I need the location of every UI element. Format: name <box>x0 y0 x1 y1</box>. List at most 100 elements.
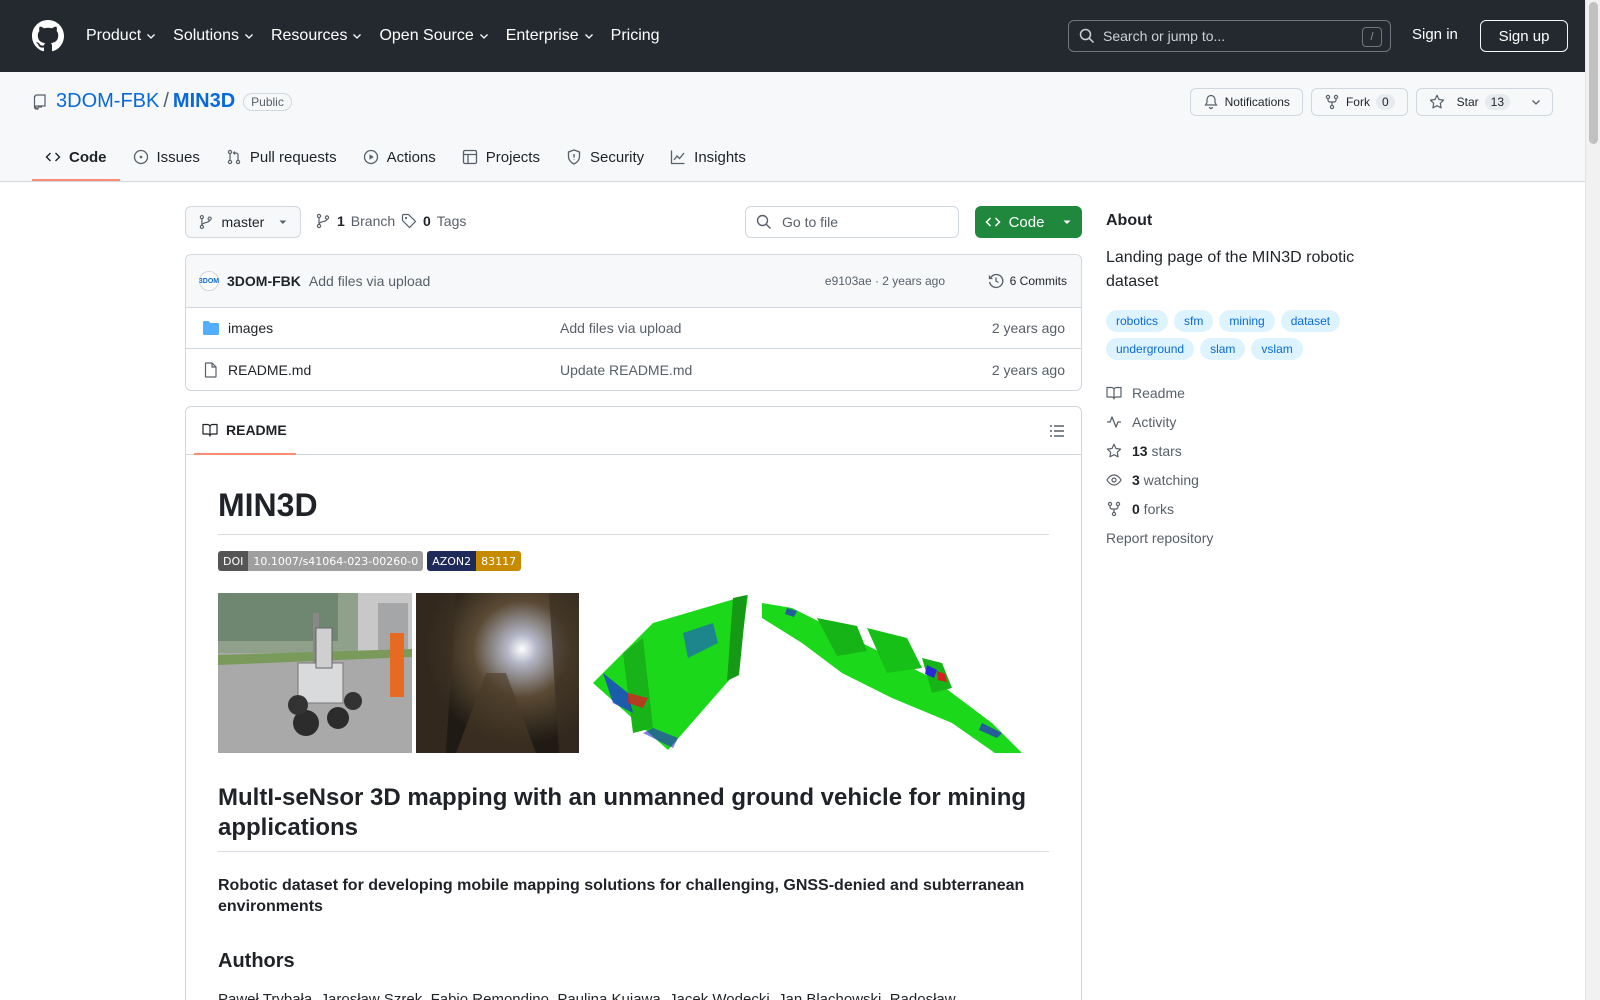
about-links: Readme Activity 13 stars 3 watching 0 fo… <box>1106 378 1406 552</box>
global-search-input[interactable]: Search or jump to... / <box>1068 20 1391 52</box>
repo-title: 3DOM-FBK / MIN3D Public <box>32 90 292 113</box>
nav-open-source[interactable]: Open Source <box>379 27 489 45</box>
topic-tag[interactable]: underground <box>1106 338 1195 360</box>
doi-badge-right: 10.1007/s41064-023-00260-0 <box>248 551 424 571</box>
nav-enterprise[interactable]: Enterprise <box>506 27 595 45</box>
nav-product[interactable]: Product <box>86 27 157 45</box>
repo-header: 3DOM-FBK / MIN3D Public Notifications Fo… <box>0 72 1585 182</box>
tab-security[interactable]: Security <box>553 135 657 181</box>
repo-icon <box>33 93 46 110</box>
commit-message-link[interactable]: Add files via upload <box>309 273 430 289</box>
chevron-down-icon[interactable] <box>1530 96 1542 108</box>
notifications-label: Notifications <box>1224 95 1290 109</box>
topic-tag[interactable]: sfm <box>1174 310 1214 332</box>
chevron-down-icon <box>353 34 362 39</box>
star-icon <box>1106 443 1122 457</box>
chevron-down-icon <box>147 34 156 39</box>
commits-link[interactable]: 6 Commits <box>988 273 1067 289</box>
commit-meta[interactable]: e9103ae · 2 years ago <box>825 274 945 288</box>
tab-projects[interactable]: Projects <box>449 135 553 181</box>
mine-tunnel-image <box>416 593 579 753</box>
file-name-link[interactable]: README.md <box>228 362 311 378</box>
repo-actions: Notifications Fork 0 Star 13 <box>1189 88 1553 116</box>
code-icon <box>985 217 1001 227</box>
scrollbar-thumb[interactable] <box>1589 2 1598 144</box>
pointcloud-model-1-image <box>583 593 753 753</box>
file-row[interactable]: README.md Update README.md 2 years ago <box>186 349 1081 390</box>
branch-selector[interactable]: master <box>185 206 301 238</box>
star-button[interactable]: Star 13 <box>1415 88 1553 116</box>
main-column: master 1 Branch 0 Tags Go to file Code 3DO… <box>185 206 1082 1000</box>
file-name-link[interactable]: images <box>228 320 273 336</box>
readme-link[interactable]: Readme <box>1106 378 1406 407</box>
github-logo-icon[interactable] <box>32 20 64 52</box>
nav-pricing[interactable]: Pricing <box>611 27 660 45</box>
watchers-link[interactable]: 3 watching <box>1106 465 1406 494</box>
book-icon <box>202 423 218 437</box>
file-row[interactable]: images Add files via upload 2 years ago <box>186 308 1081 349</box>
report-repository-link[interactable]: Report repository <box>1106 523 1406 552</box>
stars-link-label: 13 stars <box>1132 443 1182 459</box>
doi-badge-left: DOI <box>218 551 249 571</box>
repo-tabs: Code Issues Pull requests Actions Projec… <box>32 135 759 181</box>
topic-tag[interactable]: robotics <box>1106 310 1169 332</box>
fork-button[interactable]: Fork 0 <box>1310 88 1408 116</box>
repo-name-link[interactable]: MIN3D <box>173 90 235 113</box>
mine-tunnel-photo[interactable] <box>416 593 579 753</box>
activity-link[interactable]: Activity <box>1106 407 1406 436</box>
stars-link[interactable]: 13 stars <box>1106 436 1406 465</box>
pointcloud-model-2[interactable] <box>757 593 1027 753</box>
tab-actions[interactable]: Actions <box>350 135 449 181</box>
readme-tab[interactable]: README <box>194 407 296 455</box>
table-of-contents-icon[interactable] <box>1049 423 1065 439</box>
table-icon <box>462 149 477 165</box>
sign-in-link[interactable]: Sign in <box>1412 26 1458 43</box>
authors-list: Paweł Trybała, Jarosław Szrek, Fabio Rem… <box>218 990 956 1000</box>
code-button[interactable]: Code <box>975 206 1082 238</box>
topic-tag[interactable]: dataset <box>1280 310 1341 332</box>
robot-photo[interactable] <box>218 593 412 753</box>
star-count: 13 <box>1484 94 1510 110</box>
nav-solutions[interactable]: Solutions <box>173 27 255 45</box>
tab-insights[interactable]: Insights <box>657 135 759 181</box>
file-commit-date: 2 years ago <box>991 361 1065 378</box>
branch-count: 1 <box>337 213 345 229</box>
file-commit-message-link[interactable]: Add files via upload <box>560 320 681 336</box>
robot-photo-image <box>218 593 412 753</box>
pointcloud-model-1[interactable] <box>583 593 753 753</box>
readme-subtitle: MultI-seNsor 3D mapping with an unmanned… <box>218 783 1049 852</box>
tab-issues[interactable]: Issues <box>120 135 213 181</box>
topic-tag[interactable]: slam <box>1200 338 1246 360</box>
file-commit-message-link[interactable]: Update README.md <box>560 362 692 378</box>
azon2-badge[interactable]: AZON2 83117 <box>427 551 522 571</box>
tab-pull-requests[interactable]: Pull requests <box>213 135 350 181</box>
page-scrollbar[interactable] <box>1585 0 1600 1000</box>
forks-link-label: 0 forks <box>1132 501 1174 517</box>
fork-icon <box>1107 501 1121 516</box>
star-label: Star <box>1456 95 1479 109</box>
about-description: Landing page of the MIN3D robotic datase… <box>1106 249 1355 290</box>
branches-link[interactable]: 1 Branch <box>315 213 395 229</box>
tag-count: 0 <box>423 213 431 229</box>
pull-request-icon <box>227 149 241 165</box>
notifications-button[interactable]: Notifications <box>1189 88 1303 116</box>
nav-resources[interactable]: Resources <box>271 27 363 45</box>
topic-tag[interactable]: mining <box>1219 310 1275 332</box>
sign-up-button[interactable]: Sign up <box>1480 20 1568 52</box>
tab-code-label: Code <box>69 148 107 166</box>
repo-owner-link[interactable]: 3DOM-FBK <box>56 90 159 113</box>
commit-author-link[interactable]: 3DOM-FBK <box>227 273 301 289</box>
tab-code[interactable]: Code <box>32 135 120 181</box>
author-avatar[interactable]: 3DOM <box>199 271 219 291</box>
bell-icon <box>1204 94 1218 110</box>
star-icon <box>1429 94 1444 109</box>
forks-count: 0 <box>1132 500 1140 517</box>
eye-icon <box>1106 473 1122 486</box>
tags-link[interactable]: 0 Tags <box>401 213 466 229</box>
topic-tag[interactable]: vslam <box>1251 338 1303 360</box>
issue-opened-icon <box>133 149 148 165</box>
go-to-file-input[interactable]: Go to file <box>745 206 959 238</box>
readme-images <box>218 593 1049 753</box>
forks-link[interactable]: 0 forks <box>1106 494 1406 523</box>
doi-badge[interactable]: DOI 10.1007/s41064-023-00260-0 <box>218 551 424 571</box>
